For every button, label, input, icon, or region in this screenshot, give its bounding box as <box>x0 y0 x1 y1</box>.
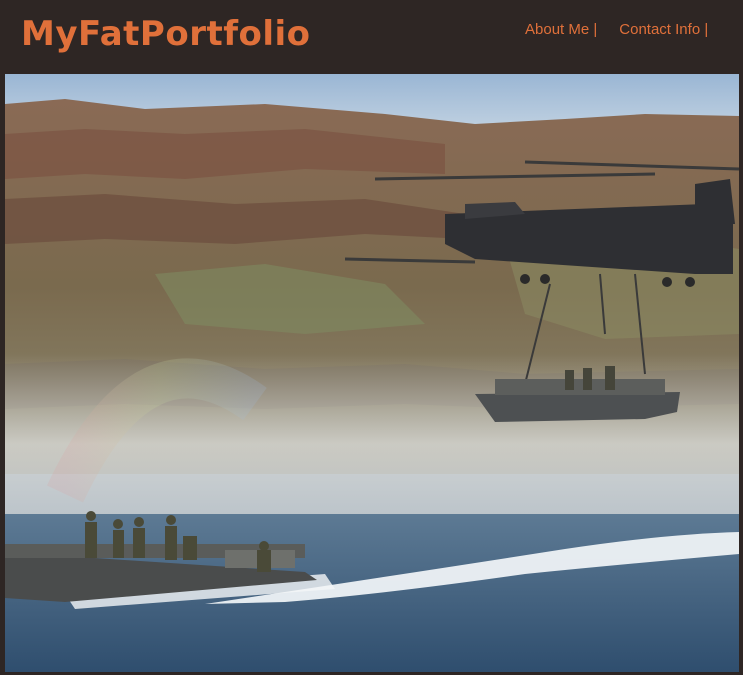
hero-photo-illustration <box>5 74 739 672</box>
nav-link-contact[interactable]: Contact Info | <box>619 21 708 38</box>
frame-border-right <box>739 74 743 675</box>
frame-border-left <box>0 74 5 675</box>
site-header: MyFatPortfolio About Me | Contact Info | <box>0 0 743 74</box>
nav-link-about[interactable]: About Me | <box>525 21 597 38</box>
site-title[interactable]: MyFatPortfolio <box>21 14 311 54</box>
hero-image <box>5 74 739 672</box>
main-nav: About Me | Contact Info | <box>525 21 708 38</box>
